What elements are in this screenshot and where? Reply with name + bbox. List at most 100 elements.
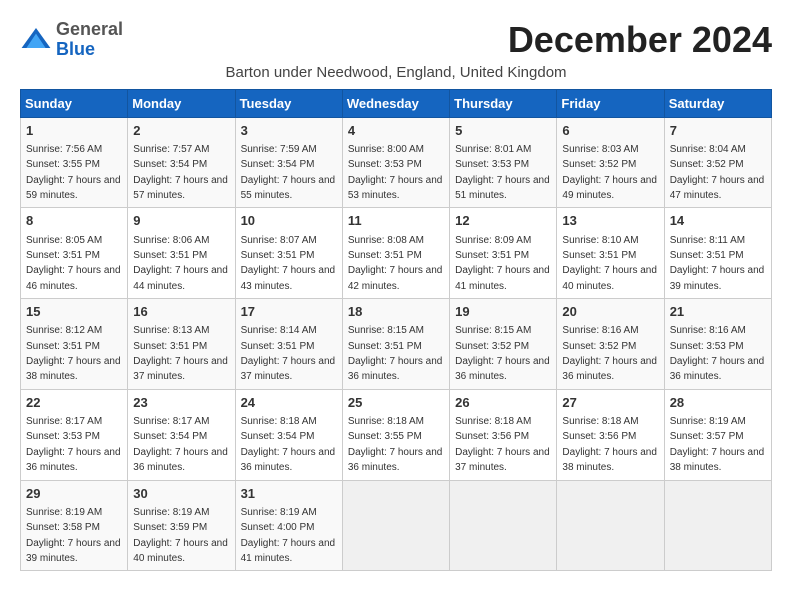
calendar-cell: [557, 480, 664, 571]
day-info: Sunrise: 8:09 AMSunset: 3:51 PMDaylight:…: [455, 235, 550, 292]
day-number: 25: [348, 394, 444, 412]
day-info: Sunrise: 8:05 AMSunset: 3:51 PMDaylight:…: [26, 235, 121, 292]
location: Barton under Needwood, England, United K…: [20, 64, 772, 81]
day-number: 8: [26, 212, 122, 230]
calendar-cell: 29 Sunrise: 8:19 AMSunset: 3:58 PMDaylig…: [21, 480, 128, 571]
day-number: 3: [241, 122, 337, 140]
calendar-cell: 12 Sunrise: 8:09 AMSunset: 3:51 PMDaylig…: [450, 208, 557, 299]
day-info: Sunrise: 8:18 AMSunset: 3:55 PMDaylight:…: [348, 416, 443, 473]
header-day-tuesday: Tuesday: [235, 89, 342, 117]
week-row-4: 22 Sunrise: 8:17 AMSunset: 3:53 PMDaylig…: [21, 389, 772, 480]
calendar-cell: 21 Sunrise: 8:16 AMSunset: 3:53 PMDaylig…: [664, 299, 771, 390]
day-number: 19: [455, 303, 551, 321]
title-block: December 2024: [508, 20, 772, 60]
day-info: Sunrise: 8:15 AMSunset: 3:51 PMDaylight:…: [348, 325, 443, 382]
logo: General Blue: [20, 20, 123, 60]
day-number: 6: [562, 122, 658, 140]
logo-text: General Blue: [56, 20, 123, 60]
day-number: 12: [455, 212, 551, 230]
day-info: Sunrise: 8:11 AMSunset: 3:51 PMDaylight:…: [670, 235, 765, 292]
day-number: 29: [26, 485, 122, 503]
calendar-cell: 16 Sunrise: 8:13 AMSunset: 3:51 PMDaylig…: [128, 299, 235, 390]
header-day-saturday: Saturday: [664, 89, 771, 117]
calendar-cell: 1 Sunrise: 7:56 AMSunset: 3:55 PMDayligh…: [21, 117, 128, 208]
day-info: Sunrise: 8:18 AMSunset: 3:54 PMDaylight:…: [241, 416, 336, 473]
calendar-cell: 6 Sunrise: 8:03 AMSunset: 3:52 PMDayligh…: [557, 117, 664, 208]
week-row-5: 29 Sunrise: 8:19 AMSunset: 3:58 PMDaylig…: [21, 480, 772, 571]
day-number: 21: [670, 303, 766, 321]
calendar-cell: 31 Sunrise: 8:19 AMSunset: 4:00 PMDaylig…: [235, 480, 342, 571]
calendar-cell: 17 Sunrise: 8:14 AMSunset: 3:51 PMDaylig…: [235, 299, 342, 390]
calendar-cell: 28 Sunrise: 8:19 AMSunset: 3:57 PMDaylig…: [664, 389, 771, 480]
calendar-cell: [342, 480, 449, 571]
day-info: Sunrise: 8:14 AMSunset: 3:51 PMDaylight:…: [241, 325, 336, 382]
week-row-2: 8 Sunrise: 8:05 AMSunset: 3:51 PMDayligh…: [21, 208, 772, 299]
calendar-table: SundayMondayTuesdayWednesdayThursdayFrid…: [20, 89, 772, 572]
month-title: December 2024: [508, 20, 772, 60]
calendar-cell: 13 Sunrise: 8:10 AMSunset: 3:51 PMDaylig…: [557, 208, 664, 299]
calendar-body: 1 Sunrise: 7:56 AMSunset: 3:55 PMDayligh…: [21, 117, 772, 571]
day-info: Sunrise: 8:01 AMSunset: 3:53 PMDaylight:…: [455, 144, 550, 201]
week-row-1: 1 Sunrise: 7:56 AMSunset: 3:55 PMDayligh…: [21, 117, 772, 208]
day-info: Sunrise: 7:56 AMSunset: 3:55 PMDaylight:…: [26, 144, 121, 201]
page-header: General Blue December 2024: [20, 20, 772, 60]
calendar-cell: 5 Sunrise: 8:01 AMSunset: 3:53 PMDayligh…: [450, 117, 557, 208]
day-number: 31: [241, 485, 337, 503]
day-info: Sunrise: 8:19 AMSunset: 4:00 PMDaylight:…: [241, 507, 336, 564]
day-info: Sunrise: 8:16 AMSunset: 3:52 PMDaylight:…: [562, 325, 657, 382]
logo-general: General: [56, 19, 123, 39]
day-number: 24: [241, 394, 337, 412]
day-number: 16: [133, 303, 229, 321]
day-info: Sunrise: 8:17 AMSunset: 3:53 PMDaylight:…: [26, 416, 121, 473]
day-info: Sunrise: 8:19 AMSunset: 3:59 PMDaylight:…: [133, 507, 228, 564]
calendar-header: SundayMondayTuesdayWednesdayThursdayFrid…: [21, 89, 772, 117]
week-row-3: 15 Sunrise: 8:12 AMSunset: 3:51 PMDaylig…: [21, 299, 772, 390]
day-number: 9: [133, 212, 229, 230]
calendar-cell: 18 Sunrise: 8:15 AMSunset: 3:51 PMDaylig…: [342, 299, 449, 390]
day-number: 5: [455, 122, 551, 140]
calendar-cell: 4 Sunrise: 8:00 AMSunset: 3:53 PMDayligh…: [342, 117, 449, 208]
day-info: Sunrise: 8:00 AMSunset: 3:53 PMDaylight:…: [348, 144, 443, 201]
day-info: Sunrise: 8:18 AMSunset: 3:56 PMDaylight:…: [455, 416, 550, 473]
day-info: Sunrise: 8:17 AMSunset: 3:54 PMDaylight:…: [133, 416, 228, 473]
calendar-cell: 2 Sunrise: 7:57 AMSunset: 3:54 PMDayligh…: [128, 117, 235, 208]
day-number: 13: [562, 212, 658, 230]
day-info: Sunrise: 8:18 AMSunset: 3:56 PMDaylight:…: [562, 416, 657, 473]
calendar-cell: 3 Sunrise: 7:59 AMSunset: 3:54 PMDayligh…: [235, 117, 342, 208]
logo-blue: Blue: [56, 39, 95, 59]
calendar-cell: 8 Sunrise: 8:05 AMSunset: 3:51 PMDayligh…: [21, 208, 128, 299]
day-number: 18: [348, 303, 444, 321]
header-day-wednesday: Wednesday: [342, 89, 449, 117]
day-info: Sunrise: 8:07 AMSunset: 3:51 PMDaylight:…: [241, 235, 336, 292]
day-info: Sunrise: 8:13 AMSunset: 3:51 PMDaylight:…: [133, 325, 228, 382]
calendar-cell: [450, 480, 557, 571]
header-day-monday: Monday: [128, 89, 235, 117]
calendar-cell: 26 Sunrise: 8:18 AMSunset: 3:56 PMDaylig…: [450, 389, 557, 480]
calendar-cell: [664, 480, 771, 571]
day-number: 22: [26, 394, 122, 412]
header-day-friday: Friday: [557, 89, 664, 117]
calendar-cell: 27 Sunrise: 8:18 AMSunset: 3:56 PMDaylig…: [557, 389, 664, 480]
calendar-cell: 22 Sunrise: 8:17 AMSunset: 3:53 PMDaylig…: [21, 389, 128, 480]
day-number: 30: [133, 485, 229, 503]
day-info: Sunrise: 8:04 AMSunset: 3:52 PMDaylight:…: [670, 144, 765, 201]
day-number: 11: [348, 212, 444, 230]
day-number: 28: [670, 394, 766, 412]
day-info: Sunrise: 8:19 AMSunset: 3:58 PMDaylight:…: [26, 507, 121, 564]
day-number: 17: [241, 303, 337, 321]
day-info: Sunrise: 8:06 AMSunset: 3:51 PMDaylight:…: [133, 235, 228, 292]
day-number: 27: [562, 394, 658, 412]
day-number: 7: [670, 122, 766, 140]
day-number: 10: [241, 212, 337, 230]
calendar-cell: 11 Sunrise: 8:08 AMSunset: 3:51 PMDaylig…: [342, 208, 449, 299]
day-number: 14: [670, 212, 766, 230]
day-info: Sunrise: 7:57 AMSunset: 3:54 PMDaylight:…: [133, 144, 228, 201]
day-number: 1: [26, 122, 122, 140]
day-number: 2: [133, 122, 229, 140]
calendar-cell: 25 Sunrise: 8:18 AMSunset: 3:55 PMDaylig…: [342, 389, 449, 480]
day-info: Sunrise: 8:03 AMSunset: 3:52 PMDaylight:…: [562, 144, 657, 201]
day-info: Sunrise: 8:16 AMSunset: 3:53 PMDaylight:…: [670, 325, 765, 382]
logo-icon: [20, 24, 52, 56]
day-number: 26: [455, 394, 551, 412]
calendar-cell: 19 Sunrise: 8:15 AMSunset: 3:52 PMDaylig…: [450, 299, 557, 390]
